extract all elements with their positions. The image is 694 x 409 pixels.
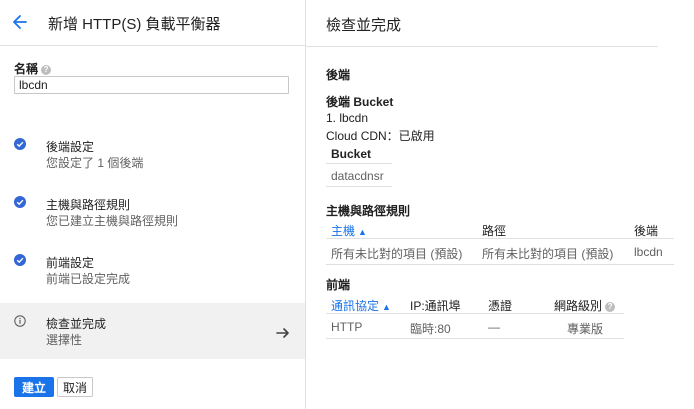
arrow-right-icon[interactable] xyxy=(275,325,291,341)
left-panel: 新增 HTTP(S) 負載平衡器 名稱? 後端設定 您設定了 1 個後端 主機與… xyxy=(0,0,306,409)
back-arrow-icon[interactable] xyxy=(10,12,30,32)
backend-heading: 後端 xyxy=(326,68,351,82)
step-backend[interactable]: 後端設定 您設定了 1 個後端 xyxy=(0,130,305,174)
sort-up-icon: ▲ xyxy=(358,227,367,237)
column-header-host[interactable]: 主機 ▲ xyxy=(331,222,367,239)
protocol-cell: HTTP xyxy=(331,320,363,334)
divider xyxy=(326,264,674,265)
step-title: 後端設定 xyxy=(46,140,95,154)
step-title: 檢查並完成 xyxy=(46,317,107,331)
frontend-heading: 前端 xyxy=(326,278,351,292)
ip-port-cell: 臨時:80 xyxy=(410,322,451,336)
column-header-path: 路徑 xyxy=(482,224,507,238)
divider xyxy=(326,163,392,164)
column-header-protocol[interactable]: 通訊協定 ▲ xyxy=(331,297,391,314)
hostpath-heading: 主機與路徑規則 xyxy=(326,204,411,218)
step-subtitle: 選擇性 xyxy=(46,333,83,347)
column-header-certificate: 憑證 xyxy=(488,299,513,313)
create-button[interactable]: 建立 xyxy=(14,377,54,397)
left-header: 新增 HTTP(S) 負載平衡器 xyxy=(0,0,305,46)
step-title: 前端設定 xyxy=(46,256,95,270)
name-input[interactable] xyxy=(14,76,289,94)
step-subtitle: 您已建立主機與路徑規則 xyxy=(46,214,179,228)
page-title: 新增 HTTP(S) 負載平衡器 xyxy=(48,16,221,33)
step-title: 主機與路徑規則 xyxy=(46,198,131,212)
divider xyxy=(326,186,392,187)
checkmark-icon xyxy=(14,254,26,266)
help-icon[interactable]: ? xyxy=(41,64,52,75)
help-icon[interactable]: ? xyxy=(605,301,616,312)
host-cell: 所有未比對的項目 (預設) xyxy=(331,247,463,261)
backend-cell: lbcdn xyxy=(634,245,663,259)
network-tier-cell: 專業版 xyxy=(567,322,604,336)
bucket-column-header: Bucket xyxy=(331,147,372,161)
column-header-ip-port: IP:通訊埠 xyxy=(410,299,461,313)
step-host-path[interactable]: 主機與路徑規則 您已建立主機與路徑規則 xyxy=(0,188,305,232)
bucket-item: 1. lbcdn xyxy=(326,111,369,125)
certificate-cell: — xyxy=(488,320,500,334)
review-title: 檢查並完成 xyxy=(326,17,402,34)
checkmark-icon xyxy=(14,196,26,208)
path-cell: 所有未比對的項目 (預設) xyxy=(482,247,614,261)
name-label: 名稱? xyxy=(14,60,52,77)
column-header-backend: 後端 xyxy=(634,224,659,238)
step-subtitle: 您設定了 1 個後端 xyxy=(46,156,144,170)
sort-up-icon: ▲ xyxy=(382,302,391,312)
divider xyxy=(326,338,624,339)
cdn-status: Cloud CDN：已啟用 xyxy=(326,129,435,143)
step-review[interactable]: 檢查並完成 選擇性 xyxy=(0,303,305,359)
divider xyxy=(306,46,658,47)
cancel-button[interactable]: 取消 xyxy=(57,377,93,397)
divider xyxy=(326,238,674,239)
info-icon xyxy=(14,315,26,327)
column-header-network-tier: 網路級別? xyxy=(554,297,616,314)
step-frontend[interactable]: 前端設定 前端已設定完成 xyxy=(0,246,305,290)
bucket-cell: datacdnsr xyxy=(331,169,384,183)
divider xyxy=(326,313,624,314)
backend-bucket-heading: 後端 Bucket xyxy=(326,95,394,109)
checkmark-icon xyxy=(14,138,26,150)
step-subtitle: 前端已設定完成 xyxy=(46,272,131,286)
